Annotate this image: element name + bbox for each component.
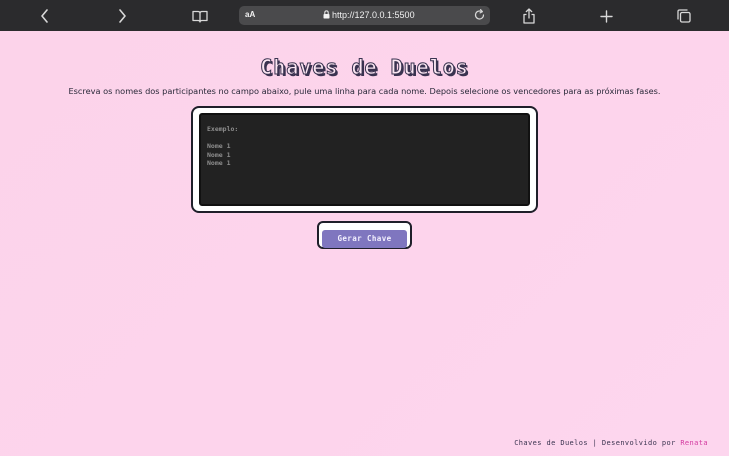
tabs-overview-button[interactable] [672,4,696,28]
book-icon [192,10,208,23]
plus-icon [599,9,613,23]
lock-icon [323,10,330,19]
chevron-left-icon [41,9,48,23]
reader-button[interactable] [188,4,212,28]
tabs-icon [677,9,691,23]
new-tab-button[interactable] [594,4,618,28]
author-link[interactable]: Renata [680,439,708,447]
page-title: Chaves de Duelos [260,55,469,80]
browser-toolbar: aA http://127.0.0.1:5500 [0,0,729,31]
generate-button-frame: Gerar Chave [317,221,412,249]
names-textarea-frame [191,106,538,213]
reload-icon[interactable] [473,8,486,22]
url-text: http://127.0.0.1:5500 [332,10,415,20]
text-size-button[interactable]: aA [245,10,255,19]
share-icon [523,8,535,24]
chevron-right-icon [119,9,126,23]
back-button[interactable] [33,4,57,28]
instructions-text: Escreva os nomes dos participantes no ca… [68,86,661,96]
footer-text: Chaves de Duelos | Desenvolvido por [514,439,681,447]
footer: Chaves de Duelos | Desenvolvido por Rena… [514,439,708,447]
address-bar[interactable]: aA http://127.0.0.1:5500 [239,6,490,25]
generate-bracket-button[interactable]: Gerar Chave [322,229,407,248]
share-button[interactable] [517,4,541,28]
names-textarea[interactable] [199,113,530,206]
forward-button[interactable] [110,4,134,28]
